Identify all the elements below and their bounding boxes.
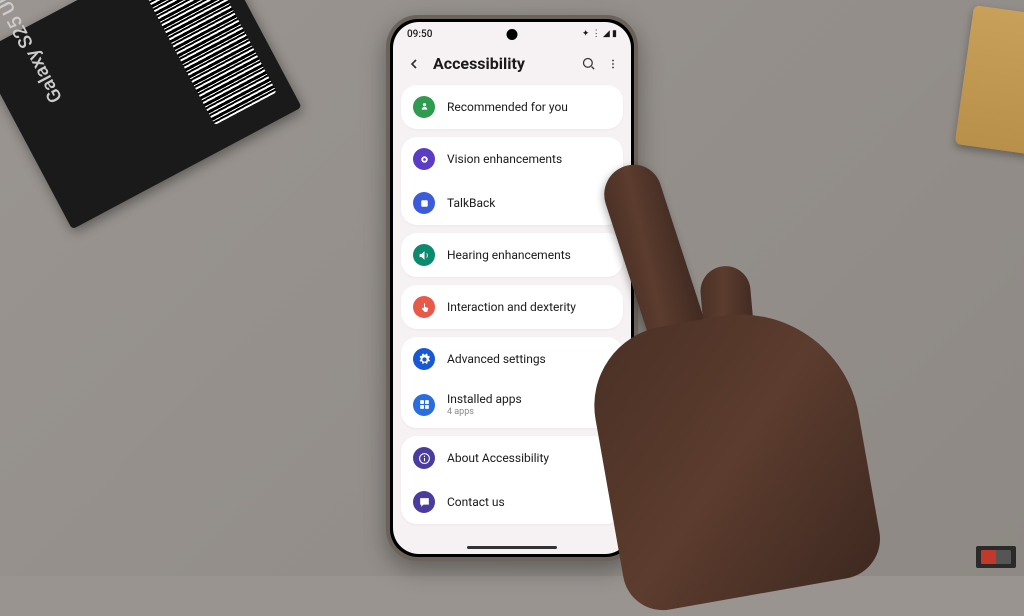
- video-watermark: [976, 546, 1016, 568]
- item-label: Hearing enhancements: [447, 248, 571, 262]
- search-button[interactable]: [579, 55, 597, 73]
- page-header: Accessibility: [393, 46, 631, 85]
- status-time: 09:50: [407, 29, 432, 40]
- settings-item-advanced-settings[interactable]: Advanced settings: [401, 337, 623, 381]
- settings-item-talkback[interactable]: TalkBack: [401, 181, 623, 225]
- person-icon: [413, 96, 435, 118]
- item-label: Vision enhancements: [447, 152, 562, 166]
- settings-card: Hearing enhancements: [401, 233, 623, 277]
- phone-screen: 09:50 ✦ ⋮ ◢ ▮ Accessibility Recommende: [393, 22, 631, 554]
- item-label: About Accessibility: [447, 451, 549, 465]
- settings-item-contact-us[interactable]: Contact us: [401, 480, 623, 524]
- settings-card: Advanced settings Installed apps4 apps: [401, 337, 623, 428]
- item-label: Advanced settings: [447, 352, 546, 366]
- eye-icon: [413, 148, 435, 170]
- settings-item-vision-enhancements[interactable]: Vision enhancements: [401, 137, 623, 181]
- page-title: Accessibility: [433, 54, 569, 73]
- desk-surface: Galaxy S25 Ultra 09:50 ✦ ⋮ ◢ ▮ Accessibi…: [0, 0, 1024, 576]
- gear-icon: [413, 348, 435, 370]
- product-box: Galaxy S25 Ultra: [0, 0, 302, 229]
- item-subtitle: 4 apps: [447, 407, 522, 417]
- touch-icon: [413, 296, 435, 318]
- settings-item-installed-apps[interactable]: Installed apps4 apps: [401, 381, 623, 428]
- item-label: Contact us: [447, 495, 505, 509]
- settings-item-hearing-enhancements[interactable]: Hearing enhancements: [401, 233, 623, 277]
- chat-icon: [413, 491, 435, 513]
- settings-card: About Accessibility Contact us: [401, 436, 623, 524]
- talk-icon: [413, 192, 435, 214]
- sound-icon: [413, 244, 435, 266]
- more-button[interactable]: [607, 55, 619, 73]
- gesture-bar[interactable]: [467, 546, 557, 549]
- user-hand: [584, 196, 964, 616]
- item-label: Recommended for you: [447, 100, 568, 114]
- camera-cutout: [507, 29, 518, 40]
- phone-device: 09:50 ✦ ⋮ ◢ ▮ Accessibility Recommende: [386, 15, 638, 561]
- settings-item-interaction-and-dexterity[interactable]: Interaction and dexterity: [401, 285, 623, 329]
- item-label: Interaction and dexterity: [447, 300, 576, 314]
- settings-card: Vision enhancements TalkBack: [401, 137, 623, 225]
- status-icons: ✦ ⋮ ◢ ▮: [582, 29, 617, 39]
- settings-card: Recommended for you: [401, 85, 623, 129]
- product-box-label: Galaxy S25 Ultra: [0, 0, 67, 107]
- info-icon: [413, 447, 435, 469]
- settings-item-about-accessibility[interactable]: About Accessibility: [401, 436, 623, 480]
- apps-icon: [413, 394, 435, 416]
- item-label: TalkBack: [447, 196, 495, 210]
- item-label: Installed apps: [447, 392, 522, 406]
- settings-item-recommended-for-you[interactable]: Recommended for you: [401, 85, 623, 129]
- wooden-object: [955, 5, 1024, 155]
- settings-card: Interaction and dexterity: [401, 285, 623, 329]
- back-button[interactable]: [405, 55, 423, 73]
- barcode-label: [140, 0, 277, 125]
- settings-list: Recommended for you Vision enhancements Ta…: [393, 85, 631, 524]
